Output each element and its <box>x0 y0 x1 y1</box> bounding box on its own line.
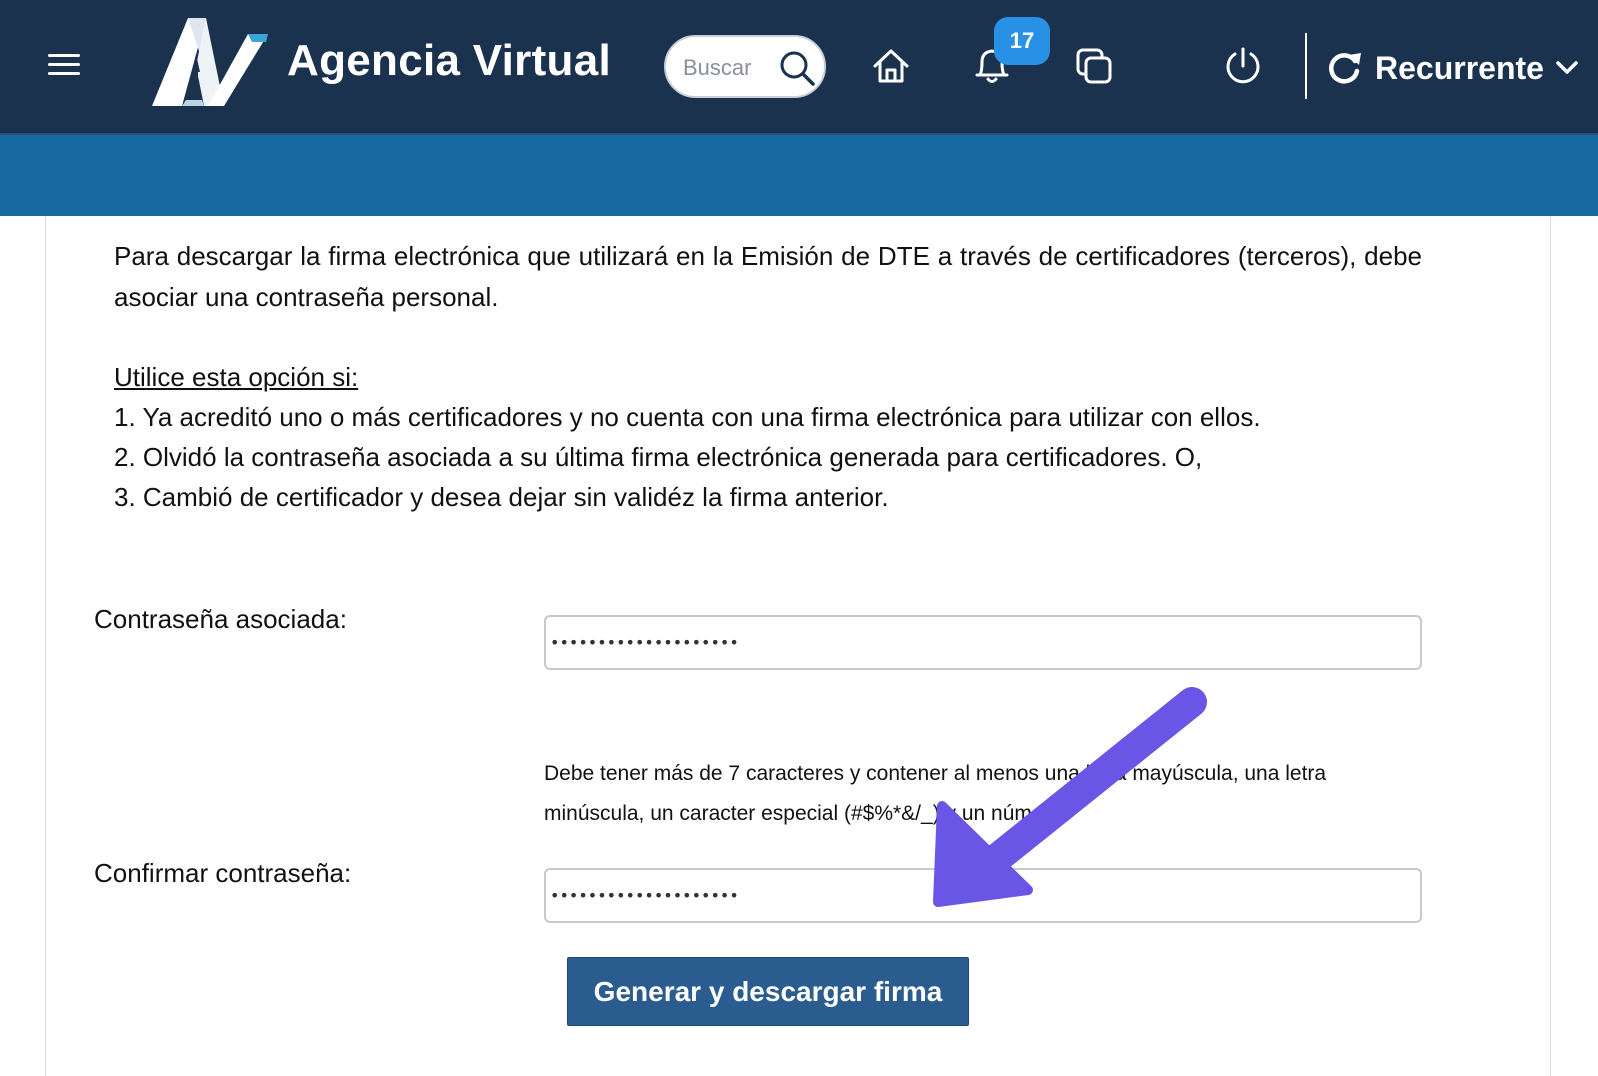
power-icon[interactable] <box>1222 45 1264 87</box>
agencia-virtual-logo[interactable] <box>148 14 272 110</box>
home-icon[interactable] <box>871 46 911 86</box>
windows-icon[interactable] <box>1074 46 1114 86</box>
menu-icon[interactable] <box>44 48 84 84</box>
chevron-down-icon[interactable] <box>1554 55 1580 81</box>
sub-header-band <box>0 133 1598 216</box>
intro-text: Para descargar la firma electrónica que … <box>114 241 1422 312</box>
profile-menu[interactable]: Recurrente <box>1325 44 1580 92</box>
profile-label: Recurrente <box>1375 49 1544 86</box>
search-icon[interactable] <box>778 49 816 87</box>
password-hint: Debe tener más de 7 caracteres y contene… <box>544 762 1327 825</box>
option-item: 3. Cambió de certificador y desea dejar … <box>114 482 889 512</box>
password-field[interactable] <box>544 615 1422 670</box>
top-header: Agencia Virtual Buscar 17 Recurrente <box>0 0 1598 133</box>
header-divider <box>1305 33 1307 99</box>
options-title: Utilice esta opción si: <box>114 362 359 392</box>
notifications-badge[interactable]: 17 <box>994 17 1050 65</box>
search-placeholder: Buscar <box>683 55 752 80</box>
generate-download-button[interactable]: Generar y descargar firma <box>567 957 969 1026</box>
app-title: Agencia Virtual <box>287 36 612 85</box>
password-label: Contraseña asociada: <box>94 604 347 634</box>
option-item: 2. Olvidó la contraseña asociada a su úl… <box>114 442 1203 472</box>
recurrent-icon <box>1329 53 1361 84</box>
option-item: 1. Ya acreditó uno o más certificadores … <box>114 402 1261 432</box>
confirm-password-label: Confirmar contraseña: <box>94 858 352 888</box>
search-input[interactable]: Buscar <box>664 35 826 98</box>
confirm-password-field[interactable] <box>544 868 1422 923</box>
options-list: 1. Ya acreditó uno o más certificadores … <box>114 397 1261 517</box>
